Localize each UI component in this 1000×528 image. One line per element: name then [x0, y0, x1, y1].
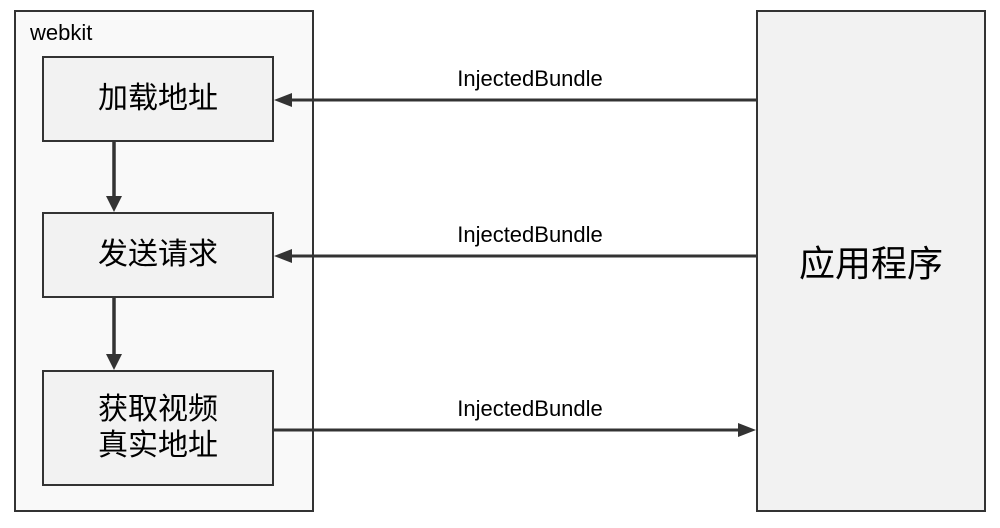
arrow-getvideo-to-app	[274, 420, 756, 440]
node-application: 应用程序	[756, 10, 986, 512]
node-application-label: 应用程序	[799, 235, 943, 287]
edge-label-2: InjectedBundle	[430, 222, 630, 248]
arrow-app-to-load	[274, 90, 756, 110]
arrow-load-to-send	[104, 142, 124, 212]
diagram-canvas: webkit 加载地址 发送请求 获取视频 真实地址 应用程序 Injected…	[0, 0, 1000, 528]
node-get-video: 获取视频 真实地址	[42, 370, 274, 486]
node-get-video-label: 获取视频 真实地址	[98, 392, 218, 464]
arrow-app-to-send	[274, 246, 756, 266]
node-get-video-line1: 获取视频	[98, 393, 218, 426]
edge-label-1: InjectedBundle	[430, 66, 630, 92]
node-send-request: 发送请求	[42, 212, 274, 298]
edge-label-3: InjectedBundle	[430, 396, 630, 422]
arrow-send-to-getvideo	[104, 298, 124, 370]
webkit-title: webkit	[30, 20, 92, 46]
node-load-address-label: 加载地址	[98, 81, 218, 117]
node-load-address: 加载地址	[42, 56, 274, 142]
node-get-video-line2: 真实地址	[98, 429, 218, 462]
node-send-request-label: 发送请求	[98, 237, 218, 273]
